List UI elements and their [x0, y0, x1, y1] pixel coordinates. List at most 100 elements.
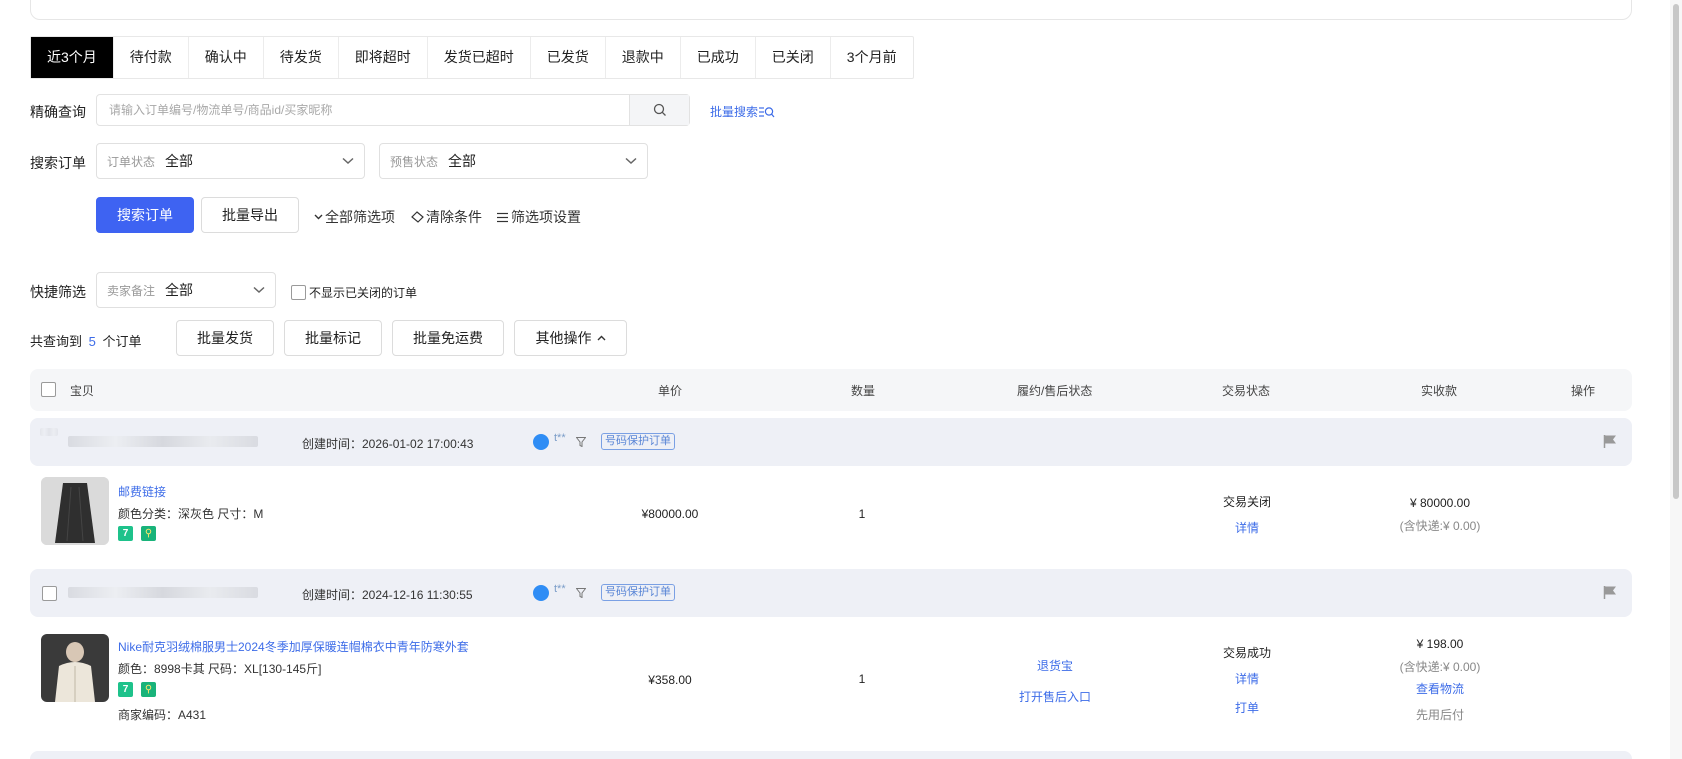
search-order-button[interactable]: 搜索订单 [96, 197, 194, 233]
product-image[interactable] [41, 477, 109, 545]
order-header [30, 751, 1632, 759]
received-amount: ¥ 198.00 [1416, 637, 1464, 651]
presale-status-value: 全部 [448, 153, 477, 169]
tab-refunding[interactable]: 退款中 [606, 37, 681, 78]
open-after-sales-link[interactable]: 打开售后入口 [1005, 688, 1105, 705]
order-header: 创建时间：2026-01-02 17:00:43 t** 号码保护订单 [30, 418, 1632, 466]
flag-icon[interactable] [1603, 434, 1617, 449]
order-checkbox[interactable] [42, 586, 57, 601]
create-time: 创建时间：2026-01-02 17:00:43 [302, 437, 474, 451]
buyer-name[interactable]: t** [554, 432, 566, 444]
batch-search-label: 批量搜索 [710, 105, 759, 119]
tab-recent-3-months[interactable]: 近3个月 [31, 37, 114, 78]
buyer-name[interactable]: t** [554, 583, 566, 595]
return-insurance-link[interactable]: 退货宝 [1005, 657, 1105, 674]
detail-link[interactable]: 详情 [1197, 670, 1297, 687]
presale-status-select[interactable]: 预售状态 全部 [379, 143, 648, 179]
checkbox-box[interactable] [291, 285, 306, 300]
tab-closed[interactable]: 已关闭 [756, 37, 831, 78]
order-status-tabs: 近3个月 待付款 确认中 待发货 即将超时 发货已超时 已发货 退款中 已成功 … [30, 36, 914, 79]
merchant-code: 商家编码：A431 [118, 708, 207, 722]
trade-status: 交易成功 [1222, 646, 1271, 660]
filter-icon[interactable] [576, 588, 586, 598]
order-status-label: 订单状态 [107, 154, 156, 169]
product-title[interactable]: Nike耐克羽绒棉服男士2024冬季加厚保暖连帽棉衣中青年防寒外套 [118, 638, 469, 655]
hide-closed-checkbox[interactable]: 不显示已关闭的订单 [291, 284, 417, 301]
seven-day-return-icon: 7 [118, 526, 133, 541]
tab-succeeded[interactable]: 已成功 [681, 37, 756, 78]
tab-confirming[interactable]: 确认中 [189, 37, 264, 78]
batch-export-button[interactable]: 批量导出 [201, 197, 299, 233]
other-operations-label: 其他操作 [535, 330, 592, 346]
order-number-redacted [68, 587, 258, 598]
shipping-included: (含快递:¥ 0.00) [1399, 660, 1481, 674]
presale-status-label: 预售状态 [390, 154, 439, 169]
other-operations-button[interactable]: 其他操作 [514, 320, 627, 356]
header-item: 宝贝 [70, 384, 95, 398]
protect-badge: 号码保护订单 [601, 433, 675, 450]
buyer-avatar[interactable] [533, 585, 549, 601]
clear-conditions-button[interactable]: 清除条件 [411, 207, 482, 227]
product-title[interactable]: 邮费链接 [118, 483, 166, 500]
tab-pending-payment[interactable]: 待付款 [114, 37, 189, 78]
batch-free-shipping-button[interactable]: 批量免运费 [392, 320, 504, 356]
pay-later-label: 先用后付 [1415, 708, 1464, 722]
order-header: 创建时间：2024-12-16 11:30:55 t** 号码保护订单 [30, 569, 1632, 617]
chevron-down-icon [625, 157, 637, 165]
search-order-label: 搜索订单 [30, 155, 86, 171]
filter-settings-button[interactable]: 筛选项设置 [496, 207, 581, 227]
scrollbar-thumb[interactable] [1673, 4, 1679, 499]
chevron-down-icon [342, 157, 354, 165]
chevron-down-icon [314, 214, 323, 220]
view-logistics-link[interactable]: 查看物流 [1370, 680, 1510, 697]
seller-note-select[interactable]: 卖家备注 全部 [96, 272, 276, 308]
clear-conditions-label: 清除条件 [426, 209, 482, 225]
order-checkbox-placeholder [40, 428, 58, 436]
header-trade-status: 交易状态 [1222, 384, 1271, 398]
order-status-select[interactable]: 订单状态 全部 [96, 143, 365, 179]
create-time: 创建时间：2024-12-16 11:30:55 [302, 588, 473, 602]
seller-note-label: 卖家备注 [107, 283, 156, 298]
search-button[interactable] [629, 95, 689, 125]
detail-link[interactable]: 详情 [1197, 519, 1297, 536]
precise-search-label: 精确查询 [30, 104, 86, 120]
result-summary: 共查询到 5 个订单 [30, 331, 142, 350]
service-badge-icon: ⚲ [141, 682, 156, 697]
tab-about-to-timeout[interactable]: 即将超时 [339, 37, 428, 78]
jacket-image-icon [41, 634, 109, 702]
batch-mark-button[interactable]: 批量标记 [284, 320, 382, 356]
tab-pending-shipment[interactable]: 待发货 [264, 37, 339, 78]
product-attributes: 颜色分类：深灰色 尺寸：M [118, 507, 264, 521]
all-filters-toggle[interactable]: 全部筛选项 [314, 207, 395, 227]
result-count: 5 [88, 334, 96, 349]
trade-status: 交易关闭 [1222, 495, 1271, 509]
tab-3-months-ago[interactable]: 3个月前 [831, 37, 913, 78]
quick-filter-label: 快捷筛选 [30, 284, 86, 300]
hide-closed-label: 不显示已关闭的订单 [309, 286, 418, 300]
unit-price: ¥80000.00 [641, 507, 699, 521]
received-amount: ¥ 80000.00 [1409, 496, 1471, 510]
tab-shipped[interactable]: 已发货 [531, 37, 606, 78]
table-header: 宝贝 单价 数量 履约/售后状态 交易状态 实收款 操作 [30, 369, 1632, 411]
chevron-down-icon [253, 286, 265, 294]
filter-icon[interactable] [576, 437, 586, 447]
print-order-link[interactable]: 打单 [1197, 699, 1297, 716]
tab-shipment-timeout[interactable]: 发货已超时 [428, 37, 531, 78]
search-icon [653, 103, 666, 116]
list-search-icon [759, 106, 775, 117]
order-number-redacted [68, 436, 258, 447]
eraser-icon [411, 211, 424, 223]
page-scrollbar[interactable] [1670, 0, 1682, 759]
header-operation: 操作 [1571, 384, 1596, 398]
select-all-checkbox[interactable] [41, 382, 56, 397]
precise-search-box [96, 94, 690, 126]
order-management-page: 近3个月 待付款 确认中 待发货 即将超时 发货已超时 已发货 退款中 已成功 … [0, 0, 1682, 759]
batch-search-link[interactable]: 批量搜索 [710, 103, 775, 120]
buyer-avatar[interactable] [533, 434, 549, 450]
top-card [30, 0, 1632, 20]
precise-search-input[interactable] [97, 95, 629, 125]
product-image[interactable] [41, 634, 109, 702]
flag-icon[interactable] [1603, 585, 1617, 600]
batch-ship-button[interactable]: 批量发货 [176, 320, 274, 356]
header-quantity: 数量 [851, 384, 876, 398]
